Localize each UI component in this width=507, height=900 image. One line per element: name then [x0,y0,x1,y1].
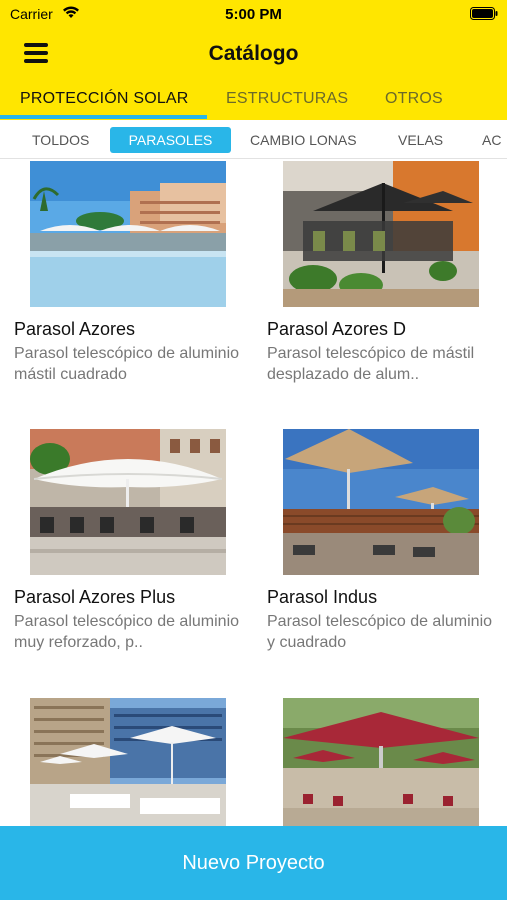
tab-estructuras[interactable]: ESTRUCTURAS [226,90,348,108]
product-image [283,161,479,307]
product-card-indus[interactable]: Parasol Indus Parasol telescópico de alu… [267,429,497,669]
product-name: Parasol Azores Plus [14,587,176,607]
product-image [283,429,479,575]
subtab-toldos[interactable]: TOLDOS [32,127,89,153]
product-image [30,161,226,307]
active-tab-indicator [0,115,207,119]
product-card-azores-d[interactable]: Parasol Azores D Parasol telescópico de … [267,161,497,401]
page-title: Catálogo [208,42,299,65]
status-bar: Carrier 5:00 PM [0,0,507,28]
product-card-5[interactable] [14,698,244,826]
product-name: Parasol Azores D [267,319,407,339]
sub-tabs: TOLDOS PARASOLES CAMBIO LONAS VELAS AC [0,120,507,159]
product-image [30,429,226,575]
product-name: Parasol Indus [267,587,378,607]
tab-otros[interactable]: OTROS [385,90,443,108]
product-card-azores[interactable]: Parasol Azores Parasol telescópico de al… [14,161,244,401]
clock: 5:00 PM [225,6,282,23]
subtab-ac[interactable]: AC [482,127,501,153]
product-description: Parasol telescópico de aluminio muy refo… [14,613,240,651]
product-description: Parasol telescópico de aluminio mástil c… [14,345,240,383]
product-image [283,698,479,826]
product-image [30,698,226,826]
nav-bar: Catálogo [0,32,507,76]
product-name: Parasol Azores [14,319,136,339]
product-description: Parasol telescópico de mástil desplazado… [267,345,475,383]
subtab-cambio-lonas[interactable]: CAMBIO LONAS [250,127,357,153]
new-project-button[interactable]: Nuevo Proyecto [0,826,507,900]
app-header: Carrier 5:00 PM Catálogo PROTECCIÓN SOLA… [0,0,507,120]
battery-icon [470,7,498,20]
subtab-velas[interactable]: VELAS [398,127,443,153]
subtab-parasoles[interactable]: PARASOLES [110,127,231,153]
tab-proteccion-solar[interactable]: PROTECCIÓN SOLAR [20,90,189,108]
product-card-azores-plus[interactable]: Parasol Azores Plus Parasol telescópico … [14,429,244,669]
product-grid: Parasol Azores Parasol telescópico de al… [0,158,507,826]
product-card-6[interactable] [267,698,497,826]
product-description: Parasol telescópico de aluminio y cuadra… [267,613,493,651]
